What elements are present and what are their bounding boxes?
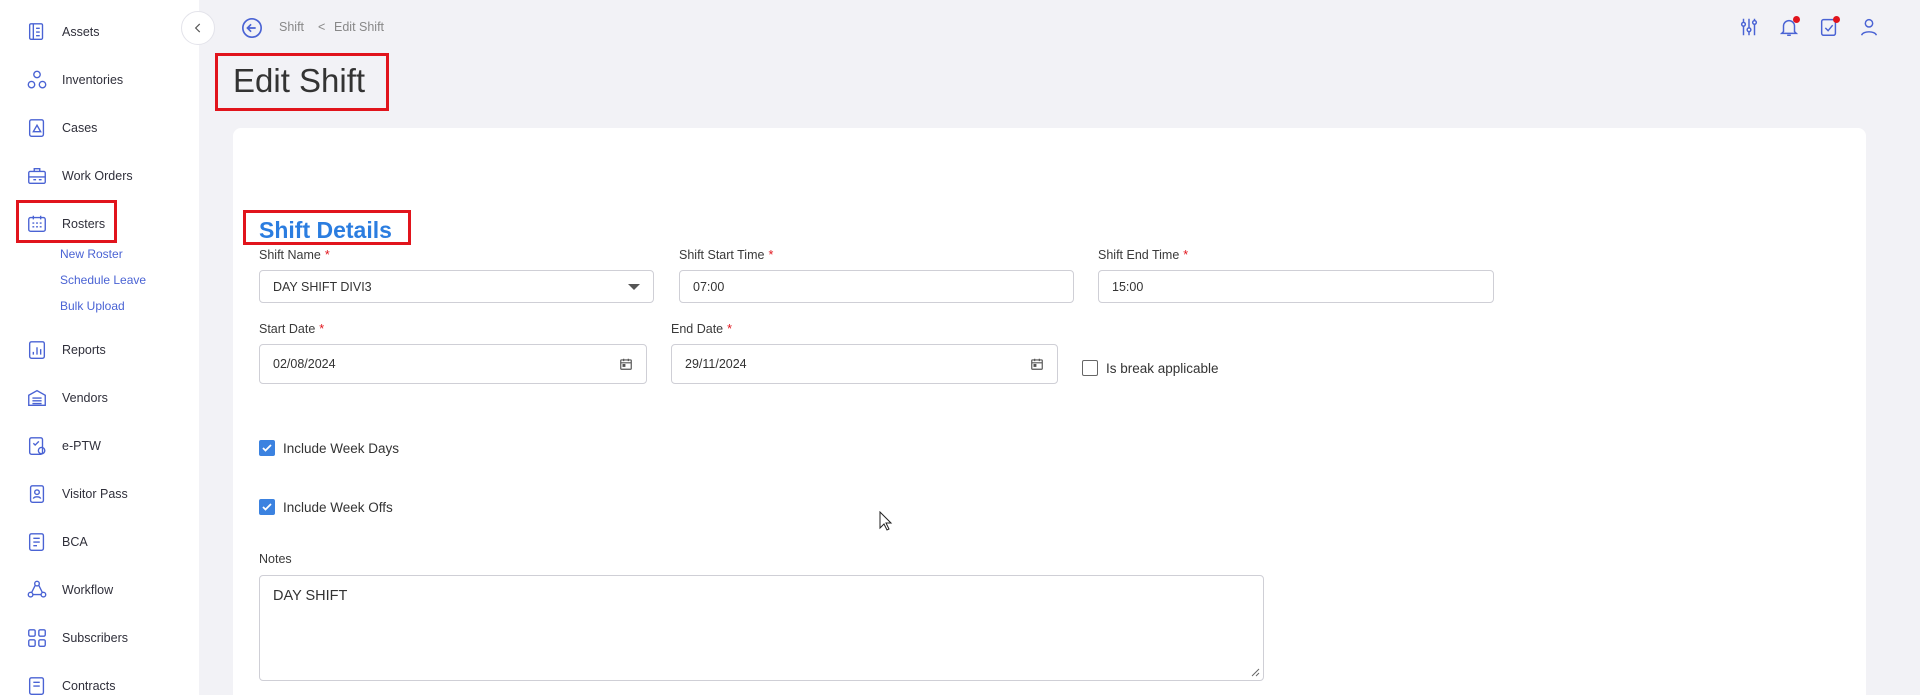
section-title: Shift Details bbox=[259, 217, 392, 243]
sidebar-item-label: Work Orders bbox=[62, 169, 133, 183]
profile-button[interactable] bbox=[1858, 15, 1880, 39]
bca-icon bbox=[24, 529, 50, 555]
inventories-icon bbox=[24, 67, 50, 93]
sidebar-item-assets[interactable]: Assets bbox=[24, 18, 100, 46]
calendar-icon[interactable] bbox=[1030, 357, 1044, 371]
include-week-offs-label: Include Week Offs bbox=[283, 499, 393, 515]
break-applicable-label: Is break applicable bbox=[1106, 360, 1219, 376]
sidebar-item-label: e-PTW bbox=[62, 439, 101, 453]
sidebar-item-contracts[interactable]: Contracts bbox=[24, 672, 116, 695]
sidebar-item-label: Visitor Pass bbox=[62, 487, 128, 501]
reports-icon bbox=[24, 337, 50, 363]
shift-start-label: Shift Start Time * bbox=[679, 248, 774, 262]
back-arrow-icon[interactable] bbox=[241, 17, 263, 39]
include-week-days-checkbox[interactable]: Include Week Days bbox=[259, 440, 399, 456]
breadcrumb-current: Edit Shift bbox=[334, 20, 385, 34]
include-week-offs-checkbox[interactable]: Include Week Offs bbox=[259, 499, 393, 515]
sidebar-subitem-bulk-upload[interactable]: Bulk Upload bbox=[60, 299, 125, 313]
sidebar-item-label: Reports bbox=[62, 343, 106, 357]
sidebar-subitem-new-roster[interactable]: New Roster bbox=[60, 247, 123, 261]
filters-button[interactable] bbox=[1738, 15, 1760, 39]
visitor-pass-icon bbox=[24, 481, 50, 507]
vendors-icon bbox=[24, 385, 50, 411]
checkbox-checked-icon bbox=[259, 440, 275, 456]
eptw-icon bbox=[24, 433, 50, 459]
notes-value: DAY SHIFT bbox=[273, 588, 348, 604]
shift-name-label: Shift Name * bbox=[259, 248, 330, 262]
resize-grip-icon[interactable] bbox=[1250, 667, 1260, 677]
sidebar-item-label: Rosters bbox=[62, 217, 106, 231]
sidebar-item-label: Assets bbox=[62, 25, 100, 39]
page-title: Edit Shift bbox=[233, 62, 366, 99]
breadcrumb-separator: < bbox=[318, 20, 326, 34]
notifications-button[interactable] bbox=[1778, 15, 1800, 39]
sidebar-item-label: Subscribers bbox=[62, 631, 128, 645]
sidebar-item-work-orders[interactable]: Work Orders bbox=[24, 162, 133, 190]
checkbox-checked-icon bbox=[259, 499, 275, 515]
end-date-value: 29/11/2024 bbox=[685, 357, 747, 371]
sidebar-item-visitor-pass[interactable]: Visitor Pass bbox=[24, 480, 128, 508]
sidebar-item-label: Workflow bbox=[62, 583, 114, 597]
top-actions bbox=[1738, 15, 1880, 39]
chevron-left-icon bbox=[194, 23, 201, 33]
workflow-icon bbox=[24, 577, 50, 603]
start-date-input[interactable]: 02/08/2024 bbox=[259, 344, 647, 384]
sidebar-item-reports[interactable]: Reports bbox=[24, 336, 106, 364]
notes-textarea[interactable]: DAY SHIFT bbox=[259, 575, 1264, 681]
sidebar-item-bca[interactable]: BCA bbox=[24, 528, 88, 556]
include-week-days-label: Include Week Days bbox=[283, 440, 400, 456]
shift-end-time-input[interactable]: 15:00 bbox=[1098, 270, 1494, 303]
dropdown-caret-icon bbox=[628, 283, 640, 290]
sidebar-item-eptw[interactable]: e-PTW bbox=[24, 432, 101, 460]
sidebar-subitem-schedule-leave[interactable]: Schedule Leave bbox=[60, 273, 146, 287]
shift-end-value: 15:00 bbox=[1112, 279, 1144, 294]
tasks-dot bbox=[1833, 16, 1840, 23]
sidebar-item-label: Inventories bbox=[62, 73, 124, 87]
start-date-label: Start Date * bbox=[259, 322, 325, 336]
user-icon bbox=[1860, 18, 1878, 36]
cases-icon bbox=[24, 115, 50, 141]
notification-dot bbox=[1793, 16, 1800, 23]
end-date-label: End Date * bbox=[671, 322, 732, 336]
shift-end-label: Shift End Time * bbox=[1098, 248, 1189, 262]
sidebar-item-label: BCA bbox=[62, 535, 88, 549]
shift-start-time-input[interactable]: 07:00 bbox=[679, 270, 1074, 303]
calendar-icon[interactable] bbox=[619, 357, 633, 371]
sidebar-item-cases[interactable]: Cases bbox=[24, 114, 97, 142]
notes-label: Notes bbox=[259, 552, 292, 566]
sidebar-item-label: Vendors bbox=[62, 391, 108, 405]
subscribers-icon bbox=[24, 625, 50, 651]
rosters-icon bbox=[24, 211, 50, 237]
sidebar-item-vendors[interactable]: Vendors bbox=[24, 384, 108, 412]
sidebar-item-label: Contracts bbox=[62, 679, 116, 693]
sidebar-item-rosters[interactable]: Rosters bbox=[24, 210, 105, 238]
checkbox-unchecked-icon bbox=[1082, 360, 1098, 376]
sidebar-item-subscribers[interactable]: Subscribers bbox=[24, 624, 128, 652]
assets-icon bbox=[24, 19, 50, 45]
break-applicable-checkbox[interactable]: Is break applicable bbox=[1082, 360, 1219, 376]
shift-name-select[interactable]: DAY SHIFT DIVI3 bbox=[259, 270, 654, 303]
sidebar-item-inventories[interactable]: Inventories bbox=[24, 66, 123, 94]
shift-start-value: 07:00 bbox=[693, 279, 725, 294]
sidebar: Assets Inventories Cases Work Orders Ros… bbox=[0, 0, 199, 695]
work-orders-icon bbox=[24, 163, 50, 189]
sidebar-item-workflow[interactable]: Workflow bbox=[24, 576, 113, 604]
end-date-input[interactable]: 29/11/2024 bbox=[671, 344, 1058, 384]
start-date-value: 02/08/2024 bbox=[273, 357, 336, 371]
contracts-icon bbox=[24, 673, 50, 695]
sidebar-item-label: Cases bbox=[62, 121, 98, 135]
tasks-button[interactable] bbox=[1818, 15, 1840, 39]
breadcrumb-shift-link[interactable]: Shift bbox=[279, 20, 304, 34]
collapse-sidebar-button[interactable] bbox=[181, 11, 215, 45]
shift-name-value: DAY SHIFT DIVI3 bbox=[273, 279, 372, 294]
sliders-icon bbox=[1740, 18, 1758, 36]
